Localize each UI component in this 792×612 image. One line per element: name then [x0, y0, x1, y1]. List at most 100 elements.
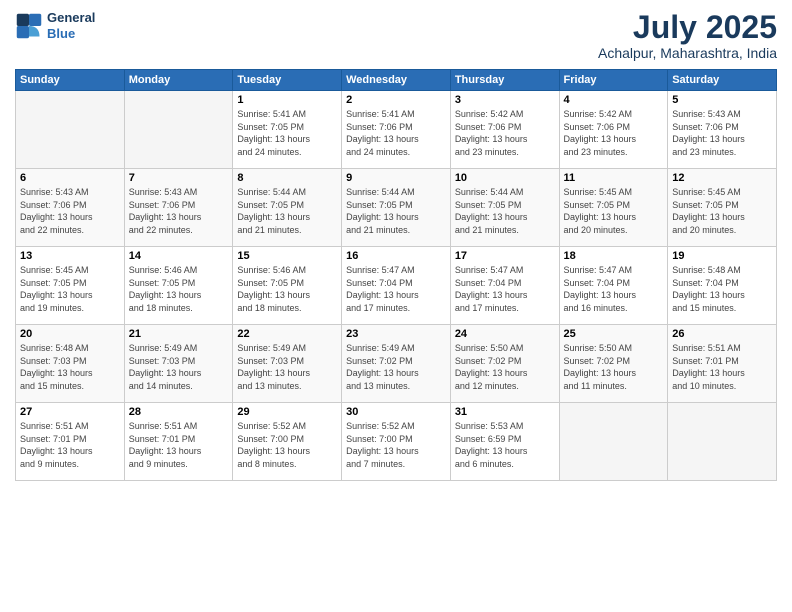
day-info: Sunrise: 5:41 AMSunset: 7:05 PMDaylight:… — [237, 108, 337, 158]
day-info: Sunrise: 5:47 AMSunset: 7:04 PMDaylight:… — [346, 264, 446, 314]
day-number: 14 — [129, 250, 229, 262]
table-row: 20 Sunrise: 5:48 AMSunset: 7:03 PMDayligh… — [16, 325, 125, 403]
col-friday: Friday — [559, 70, 668, 91]
logo-text: General Blue — [47, 10, 95, 41]
table-row: 14 Sunrise: 5:46 AMSunset: 7:05 PMDayligh… — [124, 247, 233, 325]
table-row: 13 Sunrise: 5:45 AMSunset: 7:05 PMDayligh… — [16, 247, 125, 325]
day-info: Sunrise: 5:44 AMSunset: 7:05 PMDaylight:… — [346, 186, 446, 236]
day-number: 15 — [237, 250, 337, 262]
table-row: 22 Sunrise: 5:49 AMSunset: 7:03 PMDayligh… — [233, 325, 342, 403]
calendar-table: Sunday Monday Tuesday Wednesday Thursday… — [15, 69, 777, 481]
day-number: 19 — [672, 250, 772, 262]
day-number: 21 — [129, 328, 229, 340]
day-info: Sunrise: 5:42 AMSunset: 7:06 PMDaylight:… — [455, 108, 555, 158]
month-title: July 2025 — [598, 10, 777, 45]
day-info: Sunrise: 5:44 AMSunset: 7:05 PMDaylight:… — [455, 186, 555, 236]
page-header: General Blue July 2025 Achalpur, Maharas… — [15, 10, 777, 61]
day-number: 24 — [455, 328, 555, 340]
table-row: 19 Sunrise: 5:48 AMSunset: 7:04 PMDayligh… — [668, 247, 777, 325]
day-info: Sunrise: 5:52 AMSunset: 7:00 PMDaylight:… — [237, 420, 337, 470]
day-info: Sunrise: 5:51 AMSunset: 7:01 PMDaylight:… — [129, 420, 229, 470]
logo: General Blue — [15, 10, 95, 41]
day-number: 25 — [564, 328, 664, 340]
day-info: Sunrise: 5:43 AMSunset: 7:06 PMDaylight:… — [129, 186, 229, 236]
day-number: 13 — [20, 250, 120, 262]
day-info: Sunrise: 5:44 AMSunset: 7:05 PMDaylight:… — [237, 186, 337, 236]
day-number: 26 — [672, 328, 772, 340]
day-number: 3 — [455, 94, 555, 106]
table-row: 9 Sunrise: 5:44 AMSunset: 7:05 PMDaylight… — [342, 169, 451, 247]
table-row: 29 Sunrise: 5:52 AMSunset: 7:00 PMDayligh… — [233, 403, 342, 481]
day-number: 12 — [672, 172, 772, 184]
calendar-week-row: 1Sunrise: 5:41 AMSunset: 7:05 PMDaylight… — [16, 91, 777, 169]
day-number: 29 — [237, 406, 337, 418]
table-row: 4 Sunrise: 5:42 AMSunset: 7:06 PMDaylight… — [559, 91, 668, 169]
table-row — [124, 91, 233, 169]
day-number: 20 — [20, 328, 120, 340]
day-number: 18 — [564, 250, 664, 262]
col-monday: Monday — [124, 70, 233, 91]
col-tuesday: Tuesday — [233, 70, 342, 91]
day-number: 5 — [672, 94, 772, 106]
day-number: 27 — [20, 406, 120, 418]
table-row: 15Sunrise: 5:46 AMSunset: 7:05 PMDayligh… — [233, 247, 342, 325]
day-number: 17 — [455, 250, 555, 262]
col-sunday: Sunday — [16, 70, 125, 91]
day-info: Sunrise: 5:52 AMSunset: 7:00 PMDaylight:… — [346, 420, 446, 470]
day-info: Sunrise: 5:51 AMSunset: 7:01 PMDaylight:… — [20, 420, 120, 470]
table-row — [668, 403, 777, 481]
table-row: 5 Sunrise: 5:43 AMSunset: 7:06 PMDaylight… — [668, 91, 777, 169]
table-row: 25Sunrise: 5:50 AMSunset: 7:02 PMDayligh… — [559, 325, 668, 403]
table-row: 17 Sunrise: 5:47 AMSunset: 7:04 PMDayligh… — [450, 247, 559, 325]
day-number: 2 — [346, 94, 446, 106]
day-info: Sunrise: 5:43 AMSunset: 7:06 PMDaylight:… — [20, 186, 120, 236]
table-row — [559, 403, 668, 481]
calendar-week-row: 13 Sunrise: 5:45 AMSunset: 7:05 PMDayligh… — [16, 247, 777, 325]
day-info: Sunrise: 5:48 AMSunset: 7:04 PMDaylight:… — [672, 264, 772, 314]
calendar-header-row: Sunday Monday Tuesday Wednesday Thursday… — [16, 70, 777, 91]
table-row: 30 Sunrise: 5:52 AMSunset: 7:00 PMDayligh… — [342, 403, 451, 481]
day-number: 4 — [564, 94, 664, 106]
logo-icon — [15, 12, 43, 40]
day-number: 9 — [346, 172, 446, 184]
table-row: 10 Sunrise: 5:44 AMSunset: 7:05 PMDayligh… — [450, 169, 559, 247]
day-info: Sunrise: 5:45 AMSunset: 7:05 PMDaylight:… — [564, 186, 664, 236]
table-row: 3 Sunrise: 5:42 AMSunset: 7:06 PMDaylight… — [450, 91, 559, 169]
day-number: 6 — [20, 172, 120, 184]
day-info: Sunrise: 5:46 AMSunset: 7:05 PMDaylight:… — [129, 264, 229, 314]
day-info: Sunrise: 5:53 AMSunset: 6:59 PMDaylight:… — [455, 420, 555, 470]
day-number: 22 — [237, 328, 337, 340]
col-wednesday: Wednesday — [342, 70, 451, 91]
table-row: 1Sunrise: 5:41 AMSunset: 7:05 PMDaylight… — [233, 91, 342, 169]
day-info: Sunrise: 5:43 AMSunset: 7:06 PMDaylight:… — [672, 108, 772, 158]
table-row: 23Sunrise: 5:49 AMSunset: 7:02 PMDayligh… — [342, 325, 451, 403]
table-row — [16, 91, 125, 169]
table-row: 28 Sunrise: 5:51 AMSunset: 7:01 PMDayligh… — [124, 403, 233, 481]
day-number: 7 — [129, 172, 229, 184]
day-info: Sunrise: 5:47 AMSunset: 7:04 PMDaylight:… — [564, 264, 664, 314]
day-info: Sunrise: 5:41 AMSunset: 7:06 PMDaylight:… — [346, 108, 446, 158]
day-number: 31 — [455, 406, 555, 418]
day-number: 10 — [455, 172, 555, 184]
day-info: Sunrise: 5:47 AMSunset: 7:04 PMDaylight:… — [455, 264, 555, 314]
title-block: July 2025 Achalpur, Maharashtra, India — [598, 10, 777, 61]
table-row: 21 Sunrise: 5:49 AMSunset: 7:03 PMDayligh… — [124, 325, 233, 403]
day-info: Sunrise: 5:49 AMSunset: 7:03 PMDaylight:… — [237, 342, 337, 392]
table-row: 6 Sunrise: 5:43 AMSunset: 7:06 PMDaylight… — [16, 169, 125, 247]
table-row: 27 Sunrise: 5:51 AMSunset: 7:01 PMDayligh… — [16, 403, 125, 481]
table-row: 2 Sunrise: 5:41 AMSunset: 7:06 PMDaylight… — [342, 91, 451, 169]
col-saturday: Saturday — [668, 70, 777, 91]
day-info: Sunrise: 5:45 AMSunset: 7:05 PMDaylight:… — [20, 264, 120, 314]
table-row: 24 Sunrise: 5:50 AMSunset: 7:02 PMDayligh… — [450, 325, 559, 403]
day-number: 30 — [346, 406, 446, 418]
day-info: Sunrise: 5:49 AMSunset: 7:02 PMDaylight:… — [346, 342, 446, 392]
col-thursday: Thursday — [450, 70, 559, 91]
day-number: 28 — [129, 406, 229, 418]
day-info: Sunrise: 5:50 AMSunset: 7:02 PMDaylight:… — [455, 342, 555, 392]
calendar-page: General Blue July 2025 Achalpur, Maharas… — [0, 0, 792, 612]
day-info: Sunrise: 5:48 AMSunset: 7:03 PMDaylight:… — [20, 342, 120, 392]
day-info: Sunrise: 5:42 AMSunset: 7:06 PMDaylight:… — [564, 108, 664, 158]
table-row: 18 Sunrise: 5:47 AMSunset: 7:04 PMDayligh… — [559, 247, 668, 325]
day-info: Sunrise: 5:49 AMSunset: 7:03 PMDaylight:… — [129, 342, 229, 392]
table-row: 7 Sunrise: 5:43 AMSunset: 7:06 PMDaylight… — [124, 169, 233, 247]
